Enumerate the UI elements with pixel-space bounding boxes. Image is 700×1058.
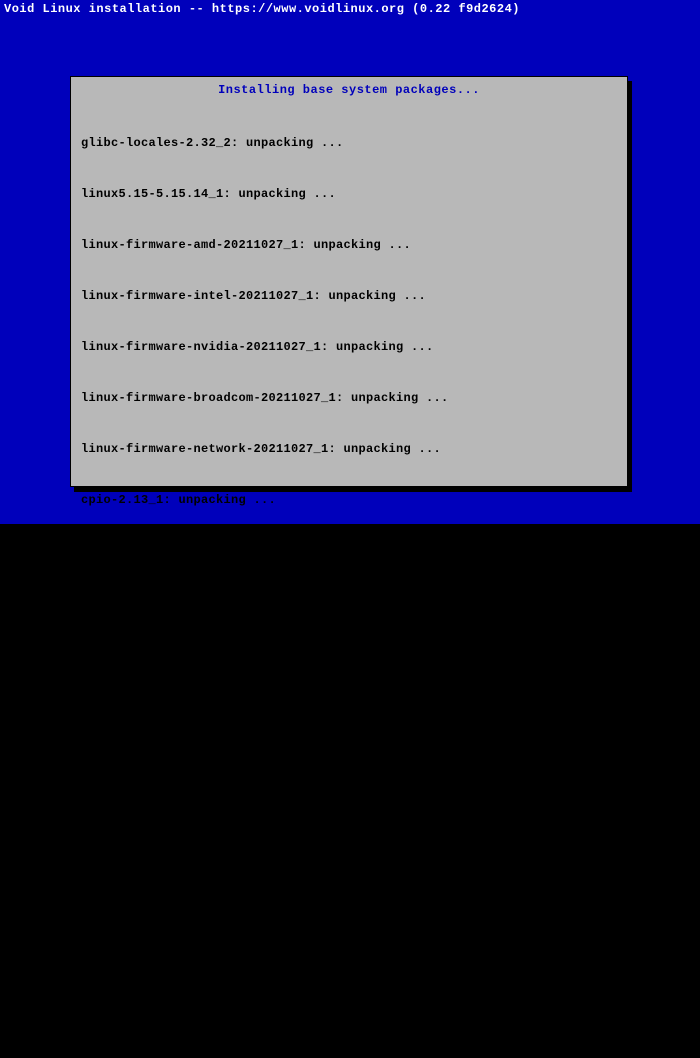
installer-screen: Void Linux installation -- https://www.v…	[0, 0, 700, 524]
log-line: linux-base-2021.07.21_1: unpacking ...	[81, 747, 617, 764]
log-line: linux-firmware-broadcom-20211027_1: unpa…	[81, 390, 617, 407]
log-line: libaio-0.3.112_1: unpacking ...	[81, 543, 617, 560]
log-line: device-mapper-2.02.187_2: unpacking ...	[81, 594, 617, 611]
log-line: linux-firmware-intel-20211027_1: unpacki…	[81, 288, 617, 305]
log-line: cpio-2.13_1: unpacking ...	[81, 492, 617, 509]
log-line: kpartx-0.8.5_1: unpacking ...	[81, 645, 617, 662]
log-line: dracut-053_2: unpacking ...	[81, 696, 617, 713]
install-dialog: Installing base system packages... glibc…	[70, 76, 628, 487]
log-line: os-prober-1.79_1: unpacking ...	[81, 900, 617, 917]
log-line: linux-firmware-amd-20211027_1: unpacking…	[81, 237, 617, 254]
log-line: base-system-0.114_1: unpacking ...	[81, 849, 617, 866]
log-line: linux-firmware-network-20211027_1: unpac…	[81, 441, 617, 458]
log-line: glibc-locales-2.32_2: unpacking ...	[81, 135, 617, 152]
log-line: linux5.15-5.15.14_1: unpacking ...	[81, 186, 617, 203]
log-line: linux-firmware-nvidia-20211027_1: unpack…	[81, 339, 617, 356]
dialog-title: Installing base system packages...	[71, 77, 627, 97]
log-output: glibc-locales-2.32_2: unpacking ... linu…	[71, 97, 627, 1058]
window-titlebar: Void Linux installation -- https://www.v…	[0, 0, 700, 18]
log-line: fuse-2.9.9_1: unpacking ...	[81, 951, 617, 968]
log-line: grub-2.06_2: unpacking ...	[81, 1002, 617, 1019]
log-line: linux-5.15_1: unpacking ...	[81, 798, 617, 815]
